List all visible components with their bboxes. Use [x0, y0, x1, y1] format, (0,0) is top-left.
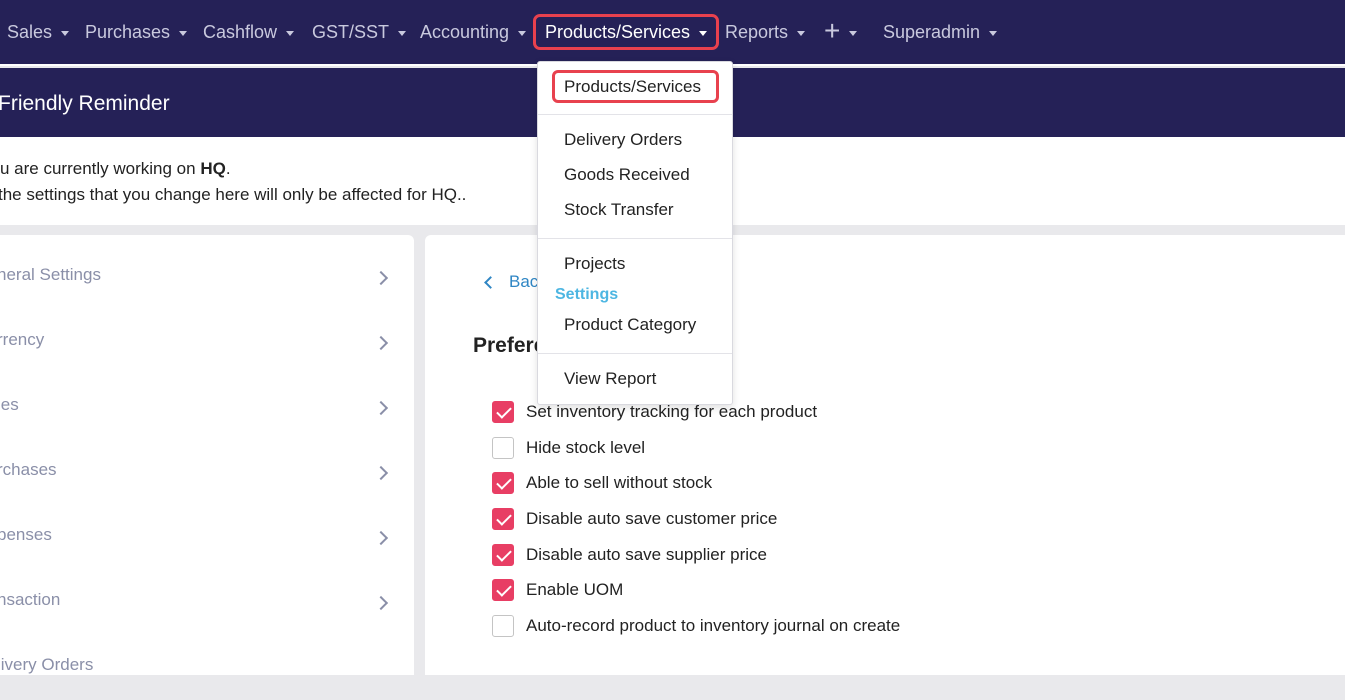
option-hide-stock-level[interactable]: Hide stock level	[492, 435, 645, 461]
menu-item-goods-received[interactable]: Goods Received	[564, 165, 690, 185]
checkbox-checked[interactable]	[492, 508, 514, 530]
banner-title: Friendly Reminder	[0, 92, 170, 115]
caret-down-icon	[797, 30, 806, 36]
caret-down-icon	[398, 30, 407, 36]
sidebar-item-label: rrency	[0, 330, 45, 349]
checkbox-checked[interactable]	[492, 472, 514, 494]
nav-superadmin[interactable]: Superadmin	[883, 0, 998, 64]
nav-add[interactable]: +	[824, 0, 858, 64]
option-sell-without-stock[interactable]: Able to sell without stock	[492, 470, 712, 496]
menu-divider	[538, 353, 732, 354]
menu-item-projects[interactable]: Projects	[564, 254, 625, 274]
top-navbar: Sales Purchases Cashflow GST/SST Account…	[0, 0, 1345, 66]
checkbox-checked[interactable]	[492, 579, 514, 601]
sidebar-item-label: rchases	[0, 460, 57, 479]
checkbox-unchecked[interactable]	[492, 437, 514, 459]
nav-sales[interactable]: Sales	[7, 0, 70, 64]
sidebar-item-expenses[interactable]: penses	[0, 505, 414, 570]
chevron-right-icon	[373, 595, 389, 611]
nav-accounting-label: Accounting	[420, 21, 510, 42]
chevron-right-icon	[373, 270, 389, 286]
menu-section-settings: Settings	[555, 286, 619, 303]
products-services-dropdown: Products/Services Delivery Orders Goods …	[537, 61, 733, 405]
option-label: Disable auto save customer price	[526, 509, 778, 528]
sidebar-item-delivery-orders[interactable]: livery Orders	[0, 635, 414, 700]
sidebar-item-purchases[interactable]: rchases	[0, 440, 414, 505]
sidebar-item-transaction[interactable]: nsaction	[0, 570, 414, 635]
menu-item-products-services[interactable]: Products/Services	[564, 77, 701, 97]
option-label: Hide stock level	[526, 438, 646, 457]
sidebar-item-label: penses	[0, 525, 52, 544]
caret-down-icon	[518, 30, 527, 36]
menu-item-stock-transfer[interactable]: Stock Transfer	[564, 200, 674, 220]
caret-down-icon	[286, 30, 295, 36]
nav-products-services[interactable]: Products/Services	[545, 0, 708, 64]
nav-cashflow-label: Cashflow	[203, 21, 278, 42]
caret-down-icon	[61, 30, 70, 36]
caret-down-icon	[989, 30, 998, 36]
nav-accounting[interactable]: Accounting	[420, 0, 527, 64]
nav-purchases[interactable]: Purchases	[85, 0, 188, 64]
option-enable-uom[interactable]: Enable UOM	[492, 577, 623, 603]
chevron-right-icon	[373, 400, 389, 416]
nav-gst-sst[interactable]: GST/SST	[312, 0, 407, 64]
checkbox-unchecked[interactable]	[492, 615, 514, 637]
notice-line-2: the settings that you change here will o…	[0, 185, 467, 204]
sidebar-item-label: les	[0, 395, 19, 414]
menu-divider	[538, 238, 732, 239]
sidebar-item-currency[interactable]: rrency	[0, 310, 414, 375]
sidebar-item-label: livery Orders	[0, 655, 94, 674]
option-disable-customer-price[interactable]: Disable auto save customer price	[492, 506, 777, 532]
sidebar-item-label: neral Settings	[0, 265, 101, 284]
menu-item-delivery-orders[interactable]: Delivery Orders	[564, 130, 682, 150]
caret-down-icon	[179, 30, 188, 36]
chevron-right-icon	[373, 530, 389, 546]
nav-products-services-label: Products/Services	[545, 21, 691, 42]
menu-item-view-report[interactable]: View Report	[564, 369, 656, 389]
checkbox-checked[interactable]	[492, 401, 514, 423]
sidebar-item-sales[interactable]: les	[0, 375, 414, 440]
notice-line-1-suffix: .	[225, 159, 231, 178]
caret-down-icon	[699, 30, 708, 36]
notice-line-1: u are currently working on HQ.	[0, 159, 231, 179]
nav-reports[interactable]: Reports	[725, 0, 806, 64]
checkbox-checked[interactable]	[492, 544, 514, 566]
option-auto-record-journal[interactable]: Auto-record product to inventory journal…	[492, 613, 900, 639]
nav-reports-label: Reports	[725, 21, 789, 42]
caret-down-icon	[849, 30, 858, 36]
notice-line-1-prefix: u are currently working on	[0, 159, 201, 178]
option-label: Able to sell without stock	[526, 473, 713, 492]
chevron-left-icon	[484, 275, 497, 289]
chevron-right-icon	[373, 465, 389, 481]
menu-item-product-category[interactable]: Product Category	[564, 315, 696, 335]
option-label: Disable auto save supplier price	[526, 545, 767, 564]
nav-sales-label: Sales	[7, 21, 53, 42]
option-label: Set inventory tracking for each product	[526, 402, 818, 421]
option-label: Enable UOM	[526, 580, 624, 599]
plus-icon: +	[824, 15, 841, 46]
chevron-right-icon	[373, 335, 389, 351]
back-link[interactable]: Bac	[480, 270, 538, 294]
option-label: Auto-record product to inventory journal…	[526, 616, 901, 635]
preferences-title: Prefere	[473, 334, 546, 357]
nav-cashflow[interactable]: Cashflow	[203, 0, 295, 64]
nav-superadmin-label: Superadmin	[883, 21, 981, 42]
settings-sidebar: neral Settings rrency les rchases penses…	[0, 235, 414, 675]
nav-gst-sst-label: GST/SST	[312, 21, 390, 42]
option-disable-supplier-price[interactable]: Disable auto save supplier price	[492, 542, 767, 568]
sidebar-item-label: nsaction	[0, 590, 61, 609]
sidebar-item-general-settings[interactable]: neral Settings	[0, 245, 414, 310]
nav-purchases-label: Purchases	[85, 21, 171, 42]
notice-branch: HQ	[200, 159, 226, 178]
menu-divider	[538, 114, 732, 115]
back-label: Bac	[509, 272, 539, 291]
